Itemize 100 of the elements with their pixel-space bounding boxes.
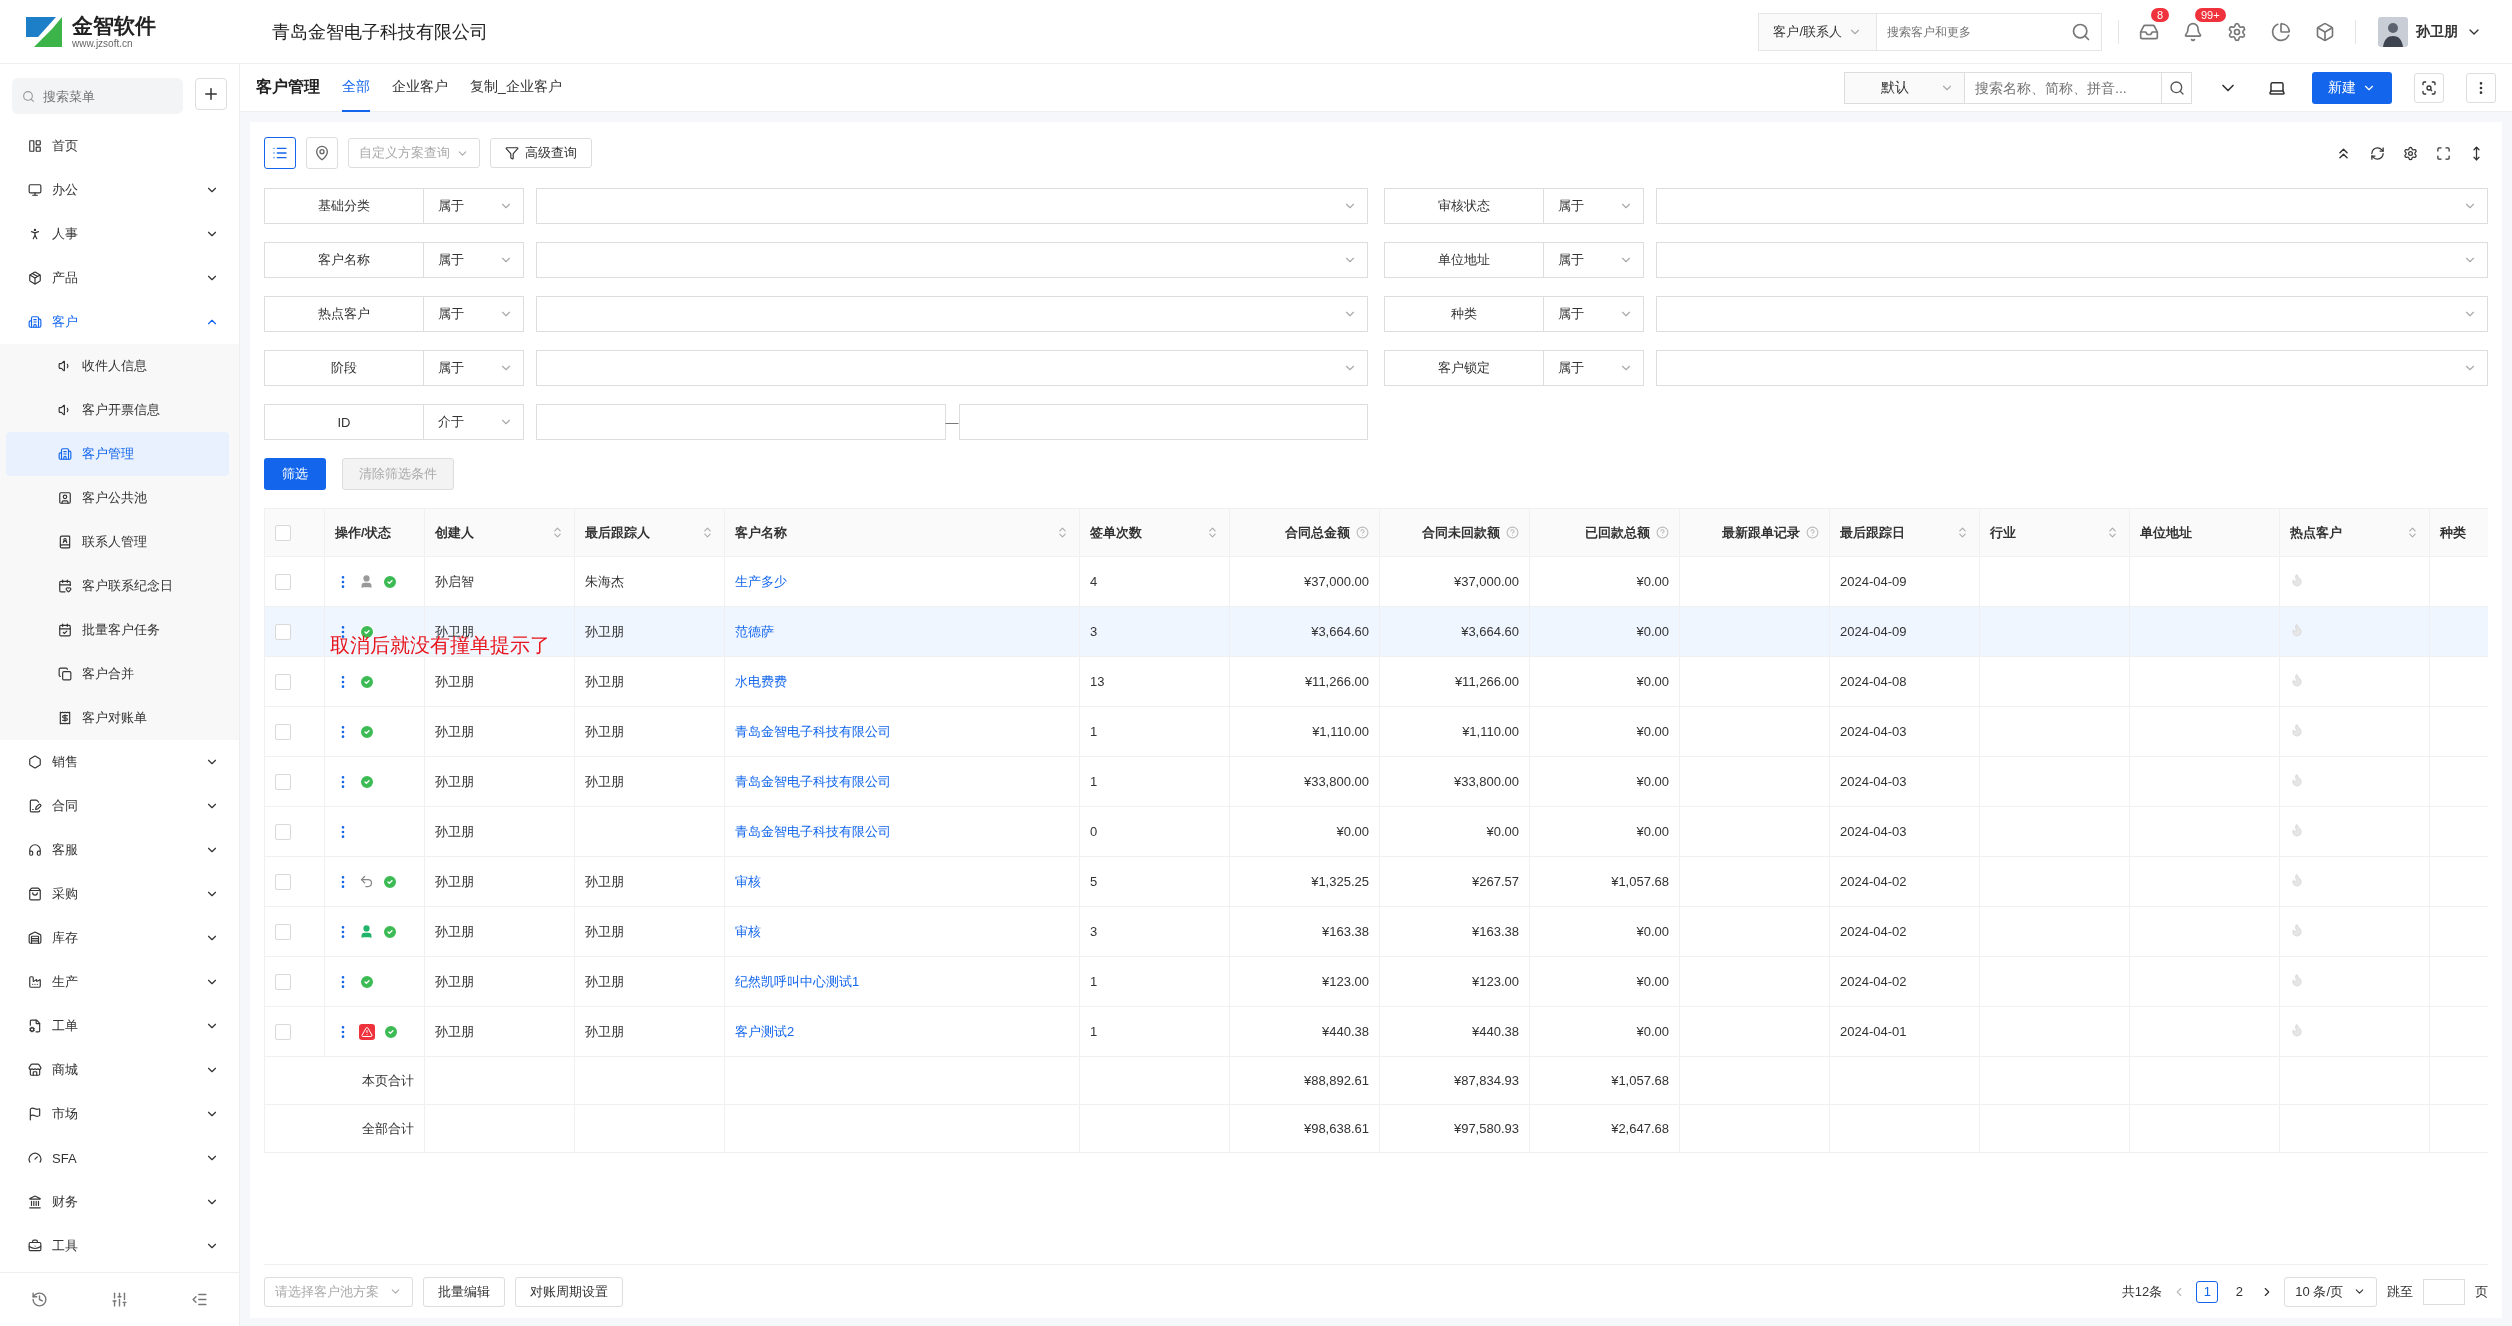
customer-link[interactable]: 审核 bbox=[735, 923, 761, 939]
column-header[interactable]: 创建人 bbox=[424, 508, 575, 557]
new-button[interactable]: 新建 bbox=[2312, 71, 2392, 104]
table-row[interactable]: 孙卫朋 青岛金智电子科技有限公司 0 ¥0.00 ¥0.00 ¥0.00 2024-04-03 bbox=[264, 806, 2488, 857]
page-jump-field[interactable] bbox=[2423, 1278, 2465, 1305]
operator-dropdown[interactable]: 属于 bbox=[1544, 296, 1644, 332]
add-button[interactable] bbox=[195, 78, 227, 110]
sidebar-item[interactable]: 工具 bbox=[0, 1224, 239, 1268]
sidebar-subitem[interactable]: 客户开票信息 bbox=[6, 388, 229, 432]
tab[interactable]: 全部 bbox=[342, 63, 370, 112]
user-menu[interactable]: 孙卫朋 bbox=[2372, 15, 2488, 48]
sidebar-item[interactable]: 合同 bbox=[0, 784, 239, 828]
sidebar-item[interactable]: 产品 bbox=[0, 256, 239, 300]
row-checkbox[interactable] bbox=[275, 723, 291, 740]
row-checkbox[interactable] bbox=[275, 623, 291, 640]
view-dropdown[interactable]: 默认 bbox=[1844, 71, 1964, 104]
table-row[interactable]: 孙卫朋 孙卫朋 审核 5 ¥1,325.25 ¥267.57 ¥1,057.68 2024-04-02 bbox=[264, 856, 2488, 907]
sidebar-item[interactable]: 办公 bbox=[0, 168, 239, 212]
advanced-search-button[interactable]: 高级查询 bbox=[490, 138, 592, 168]
page-size-dropdown[interactable]: 10 条/页 bbox=[2284, 1276, 2377, 1307]
scope-dropdown[interactable]: 客户/联系人 bbox=[1758, 12, 1877, 51]
sidebar-item[interactable]: 首页 bbox=[0, 124, 239, 168]
sidebar-item[interactable]: 客服 bbox=[0, 828, 239, 872]
sidebar-subitem[interactable]: 客户对账单 bbox=[6, 696, 229, 740]
footer-button[interactable]: 批量编辑 bbox=[423, 1276, 505, 1307]
operator-dropdown[interactable]: 属于 bbox=[1544, 350, 1644, 386]
table-row[interactable]: 孙卫朋 孙卫朋 客户测试2 1 ¥440.38 ¥440.38 ¥0.00 2024-04-01 bbox=[264, 1006, 2488, 1057]
footer-button[interactable]: 对账周期设置 bbox=[515, 1276, 623, 1307]
table-row[interactable]: 孙卫朋 孙卫朋 青岛金智电子科技有限公司 1 ¥1,110.00 ¥1,110.00 ¥0.00 2024-04-03 bbox=[264, 706, 2488, 757]
sidebar-subitem[interactable]: 联系人管理 bbox=[6, 520, 229, 564]
row-checkbox[interactable] bbox=[275, 1023, 291, 1040]
table-row[interactable]: 孙启智 朱海杰 生产多少 4 ¥37,000.00 ¥37,000.00 ¥0.00 2024-04-09 bbox=[264, 556, 2488, 607]
sidebar-item[interactable]: 采购 bbox=[0, 872, 239, 916]
table-cell: ¥1,110.00 bbox=[1312, 724, 1369, 739]
sidebar-subitem[interactable]: 客户合并 bbox=[6, 652, 229, 696]
sidebar-item[interactable]: 市场 bbox=[0, 1092, 239, 1136]
column-header: 最新跟单记录 bbox=[1679, 508, 1830, 557]
table-cell: ¥1,057.68 bbox=[1611, 1073, 1669, 1088]
sidebar-item[interactable]: SFA bbox=[0, 1136, 239, 1180]
customer-link[interactable]: 青岛金智电子科技有限公司 bbox=[735, 723, 891, 739]
menu-search-field[interactable]: 搜索菜单 bbox=[12, 78, 183, 114]
sidebar-item[interactable]: 库存 bbox=[0, 916, 239, 960]
customer-link[interactable]: 范德萨 bbox=[735, 623, 774, 639]
operator-dropdown[interactable]: 属于 bbox=[424, 296, 524, 332]
sidebar-item[interactable]: 工单 bbox=[0, 1004, 239, 1048]
sidebar-subitem[interactable]: 批量客户任务 bbox=[6, 608, 229, 652]
table-cell: 2024-04-01 bbox=[1840, 1024, 1907, 1039]
operator-dropdown[interactable]: 介于 bbox=[424, 404, 524, 440]
column-header[interactable]: 最后跟踪日 bbox=[1829, 508, 1980, 557]
sidebar-item[interactable]: 商城 bbox=[0, 1048, 239, 1092]
checkbox[interactable] bbox=[275, 524, 291, 541]
operator-dropdown[interactable]: 属于 bbox=[424, 188, 524, 224]
row-checkbox[interactable] bbox=[275, 773, 291, 790]
operator-dropdown[interactable]: 属于 bbox=[1544, 188, 1644, 224]
list-view-button[interactable] bbox=[264, 137, 296, 169]
column-header[interactable]: 热点客户 bbox=[2279, 508, 2430, 557]
customer-link[interactable]: 水电费费 bbox=[735, 673, 787, 689]
user-search-button[interactable] bbox=[2414, 72, 2444, 103]
customer-link[interactable]: 纪然凯呼叫中心测试1 bbox=[735, 973, 860, 989]
column-header[interactable]: 最后跟踪人 bbox=[574, 508, 725, 557]
global-search-field[interactable]: 搜索客户和更多 bbox=[1877, 12, 2102, 51]
table-row[interactable]: 孙卫朋 孙卫朋 青岛金智电子科技有限公司 1 ¥33,800.00 ¥33,800.00 ¥0.00 2024-04-03 bbox=[264, 756, 2488, 807]
row-checkbox[interactable] bbox=[275, 923, 291, 940]
customer-link[interactable]: 审核 bbox=[735, 873, 761, 889]
tab[interactable]: 企业客户 bbox=[392, 63, 448, 112]
row-checkbox[interactable] bbox=[275, 673, 291, 690]
customer-link[interactable]: 生产多少 bbox=[735, 573, 787, 589]
table-row[interactable]: 孙卫朋 孙卫朋 水电费费 13 ¥11,266.00 ¥11,266.00 ¥0.00 2024-04-08 bbox=[264, 656, 2488, 707]
sidebar-item[interactable]: 人事 bbox=[0, 212, 239, 256]
sidebar-item[interactable]: 销售 bbox=[0, 740, 239, 784]
map-view-button[interactable] bbox=[306, 137, 338, 169]
sidebar-subitem[interactable]: 客户联系纪念日 bbox=[6, 564, 229, 608]
range-end-field[interactable] bbox=[958, 404, 1368, 440]
column-header[interactable]: 客户名称 bbox=[724, 508, 1080, 557]
filter-button[interactable]: 筛选 bbox=[264, 458, 326, 490]
tab[interactable]: 复制_企业客户 bbox=[470, 63, 562, 112]
menu-search-input[interactable]: 搜索菜单 bbox=[41, 87, 173, 105]
customer-link[interactable]: 青岛金智电子科技有限公司 bbox=[735, 823, 891, 839]
sidebar-item[interactable]: 生产 bbox=[0, 960, 239, 1004]
sidebar-item[interactable]: 客户 bbox=[0, 300, 239, 344]
sidebar-subitem[interactable]: 客户公共池 bbox=[6, 476, 229, 520]
column-header[interactable]: 行业 bbox=[1979, 508, 2130, 557]
customer-link[interactable]: 青岛金智电子科技有限公司 bbox=[735, 773, 891, 789]
row-checkbox[interactable] bbox=[275, 973, 291, 990]
sidebar-item[interactable]: 财务 bbox=[0, 1180, 239, 1224]
table-row[interactable]: 孙卫朋 孙卫朋 纪然凯呼叫中心测试1 1 ¥123.00 ¥123.00 ¥0.00 2024-04-02 bbox=[264, 956, 2488, 1007]
operator-dropdown[interactable]: 属于 bbox=[1544, 242, 1644, 278]
column-header[interactable]: 签单次数 bbox=[1079, 508, 1230, 557]
table-row[interactable]: 孙卫朋 孙卫朋 审核 3 ¥163.38 ¥163.38 ¥0.00 2024-04-02 bbox=[264, 906, 2488, 957]
row-checkbox[interactable] bbox=[275, 873, 291, 890]
sidebar-subitem[interactable]: 收件人信息 bbox=[6, 344, 229, 388]
row-checkbox[interactable] bbox=[275, 573, 291, 590]
customer-search-field[interactable]: 搜索名称、简称、拼音... bbox=[1964, 71, 2192, 104]
customer-link[interactable]: 客户测试2 bbox=[735, 1023, 795, 1039]
page-button[interactable]: 1 bbox=[2196, 1280, 2219, 1303]
operator-dropdown[interactable]: 属于 bbox=[424, 350, 524, 386]
operator-dropdown[interactable]: 属于 bbox=[424, 242, 524, 278]
row-checkbox[interactable] bbox=[275, 823, 291, 840]
sidebar-subitem[interactable]: 客户管理 bbox=[6, 432, 229, 476]
range-start-field[interactable] bbox=[536, 404, 946, 440]
